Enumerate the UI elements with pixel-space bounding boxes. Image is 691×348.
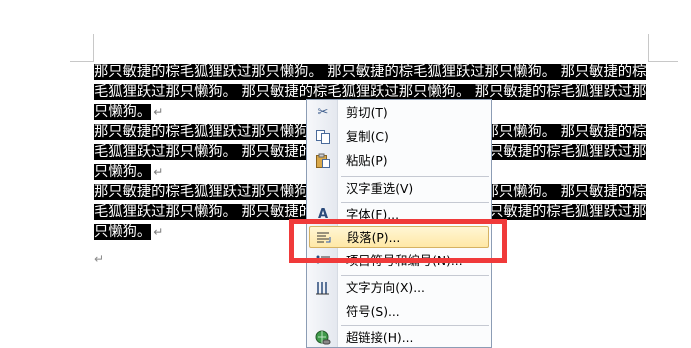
menu-item-copy[interactable]: 复制(C) bbox=[309, 126, 489, 148]
menu-item-reselect-hanzi[interactable]: 汉字重选(V) bbox=[309, 178, 489, 200]
margin-guide-top-right-h bbox=[648, 61, 678, 62]
cut-icon: ✂ bbox=[317, 105, 329, 120]
hyperlink-icon bbox=[315, 330, 331, 346]
menu-item-label: 剪切(T) bbox=[346, 106, 388, 120]
menu-item-cut[interactable]: ✂ 剪切(T) bbox=[309, 102, 489, 124]
menu-item-symbol[interactable]: 符号(S)... bbox=[309, 301, 489, 323]
menu-separator bbox=[341, 176, 489, 177]
menu-item-label: 复制(C) bbox=[346, 130, 389, 144]
menu-item-label: 符号(S)... bbox=[346, 305, 400, 319]
menu-separator bbox=[341, 325, 489, 326]
menu-item-label: 超链接(H)... bbox=[346, 331, 414, 345]
paragraph-mark: ↵ bbox=[153, 165, 164, 179]
menu-item-hyperlink[interactable]: 超链接(H)... bbox=[309, 327, 489, 347]
paragraph-mark: ↵ bbox=[153, 225, 164, 239]
margin-guide-top-right-v bbox=[648, 34, 649, 62]
paragraph-mark: ↵ bbox=[153, 105, 164, 119]
menu-separator bbox=[341, 202, 489, 203]
menu-separator bbox=[341, 275, 489, 276]
selected-text[interactable]: 只懒狗。 bbox=[94, 164, 152, 180]
margin-guide-top-left-h bbox=[70, 61, 94, 62]
paste-icon bbox=[315, 153, 331, 169]
margin-guide-top-left-v bbox=[93, 34, 94, 62]
menu-item-label: 文字方向(X)... bbox=[346, 281, 425, 295]
copy-icon bbox=[315, 129, 331, 145]
annotation-highlight-box bbox=[289, 219, 507, 263]
menu-item-text-direction[interactable]: 文字方向(X)... bbox=[309, 277, 489, 299]
text-direction-icon bbox=[315, 280, 331, 296]
doc-line[interactable]: 那只敏捷的棕毛狐狸跃过那只懒狗。 那只敏捷的棕毛狐狸跃过那只懒狗。 那只敏捷的棕 bbox=[94, 62, 650, 82]
menu-item-label: 粘贴(P) bbox=[346, 154, 388, 168]
selected-text[interactable]: 毛狐狸跃过那只懒狗。 那只敏捷的棕毛狐狸跃过那只懒狗。 那只敏捷的棕毛狐狸跃过那 bbox=[94, 84, 647, 100]
selected-text[interactable]: 只懒狗。 bbox=[94, 104, 152, 120]
selected-text[interactable]: 那只敏捷的棕毛狐狸跃过那只懒狗。 那只敏捷的棕毛狐狸跃过那只懒狗。 那只敏捷的棕 bbox=[94, 64, 647, 80]
menu-item-label: 汉字重选(V) bbox=[346, 182, 414, 196]
menu-item-paste[interactable]: 粘贴(P) bbox=[309, 150, 489, 172]
empty-paragraph-mark: ↵ bbox=[94, 252, 105, 266]
selected-text[interactable]: 只懒狗。 bbox=[94, 224, 152, 240]
